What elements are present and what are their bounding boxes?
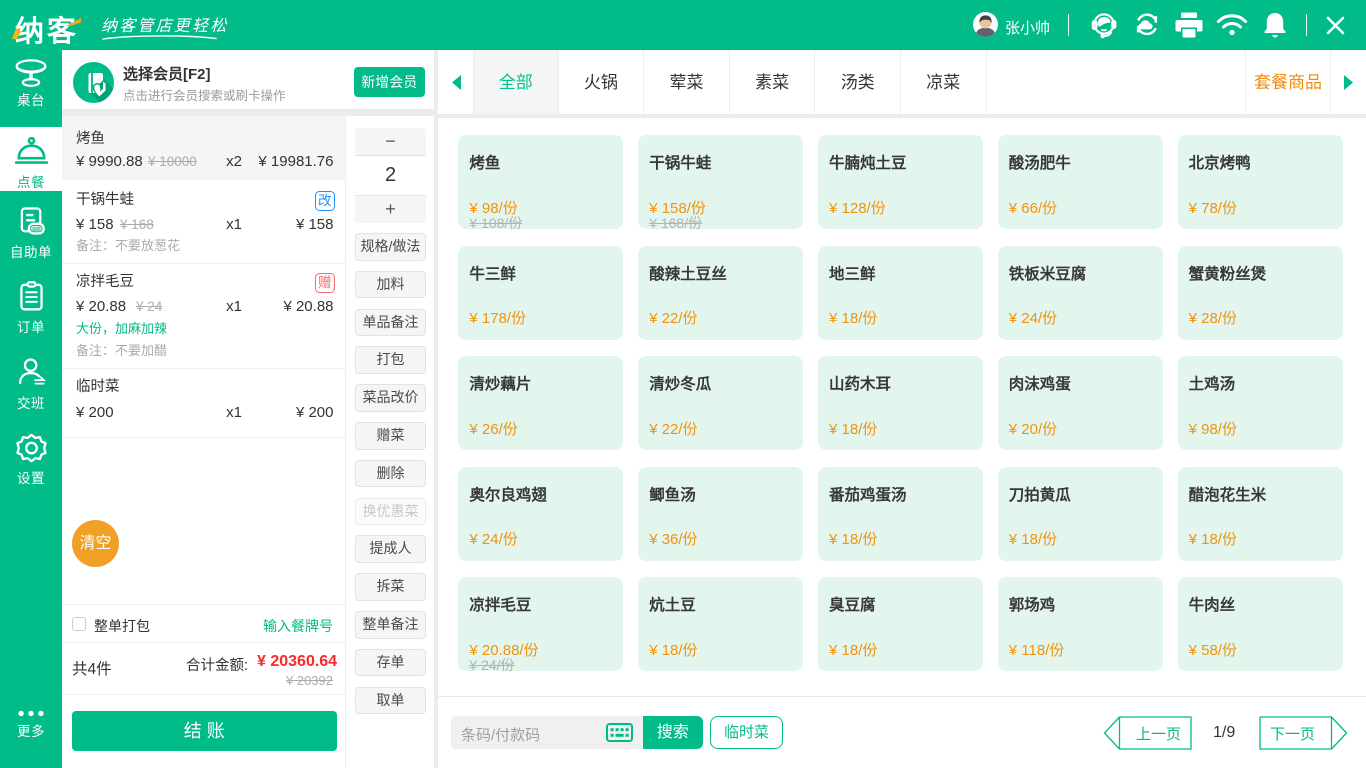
svg-text:下一页: 下一页 [1270,726,1315,743]
svg-text:上一页: 上一页 [1136,726,1181,743]
svg-text:自助: 自助 [31,225,40,232]
